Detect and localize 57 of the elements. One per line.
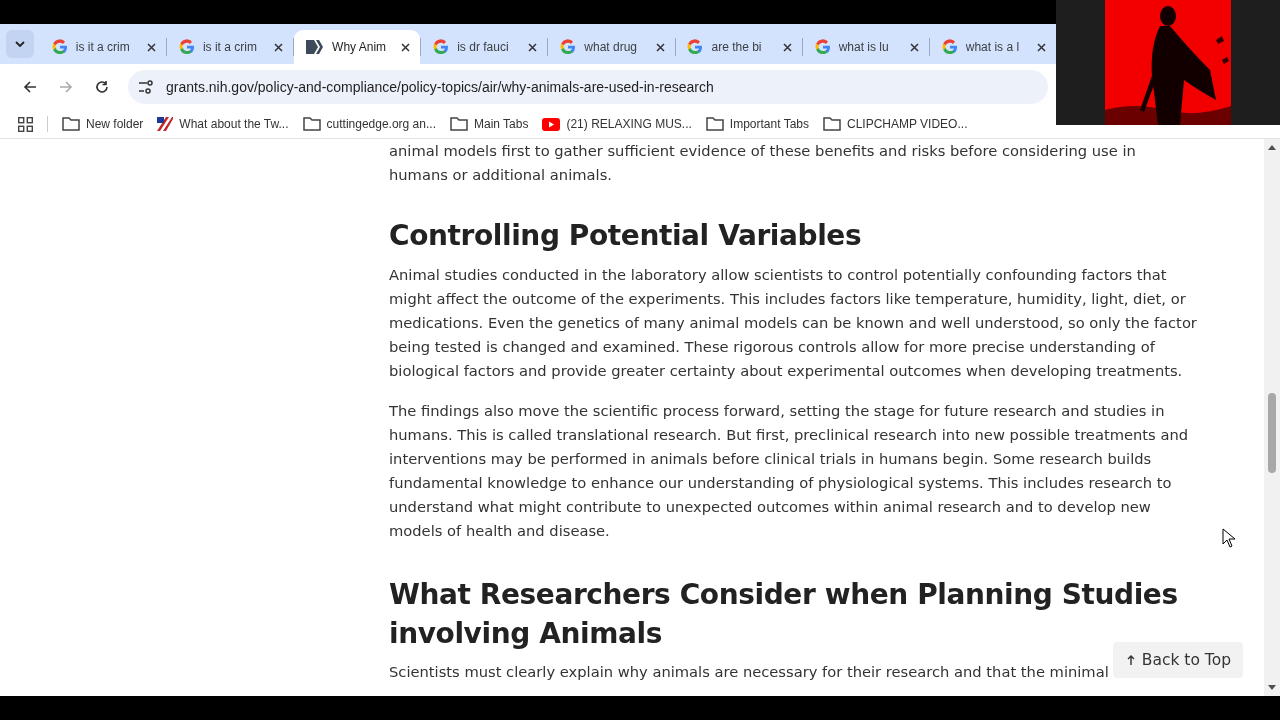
flag-icon [157, 117, 174, 131]
up-arrow-icon [1126, 655, 1135, 665]
scrollbar[interactable] [1264, 139, 1280, 696]
browser-tab[interactable]: is it a crim [166, 30, 294, 64]
folder-icon [823, 117, 841, 131]
forward-arrow-icon [59, 80, 73, 94]
address-bar[interactable]: grants.nih.gov/policy-and-compliance/policy-topics/air/why-animals-are-used-in-research [128, 70, 1048, 104]
scrollbar-thumb[interactable] [1268, 393, 1276, 473]
bookmark[interactable]: Main Tabs [449, 117, 539, 131]
close-icon[interactable] [528, 42, 538, 52]
reload-icon [95, 80, 109, 94]
apps-grid-icon[interactable] [18, 116, 33, 132]
google-icon [941, 39, 958, 55]
youtube-icon [542, 117, 561, 131]
google-icon [178, 39, 195, 55]
bookmark[interactable]: New folder [62, 117, 154, 131]
back-to-top-button[interactable]: Back to Top [1112, 642, 1243, 678]
browser-tab[interactable]: Why Anim [294, 30, 421, 64]
folder-icon [449, 117, 468, 131]
bookmark[interactable]: CLIPCHAMP VIDEO... [823, 117, 978, 131]
folder-icon [705, 117, 724, 131]
folder-icon [302, 117, 321, 131]
close-icon[interactable] [655, 42, 665, 52]
bookmark[interactable]: (21) RELAXING MUS... [542, 117, 702, 131]
bookmark[interactable]: Important Tabs [705, 117, 819, 131]
close-icon[interactable] [146, 42, 156, 52]
google-icon [687, 39, 704, 55]
google-icon [51, 39, 68, 55]
paragraph: animal models first to gather sufficient evidence of these benefits and risks before considering use in humans or additional animals. [389, 141, 1136, 185]
browser-tab[interactable]: what drug [548, 30, 675, 64]
close-icon[interactable] [401, 42, 411, 52]
scroll-up-icon[interactable] [1268, 145, 1276, 150]
browser-tab[interactable]: what is lu [802, 30, 929, 64]
back-arrow-icon [23, 80, 37, 94]
chevron-down-icon [14, 41, 25, 47]
browser-tab[interactable]: is it a crim [39, 30, 166, 64]
browser-tab[interactable]: is dr fauci [421, 30, 548, 64]
bookmark[interactable]: What about the Tw... [157, 117, 299, 131]
google-icon [560, 39, 577, 55]
close-icon[interactable] [909, 42, 919, 52]
paragraph: The findings also move the scientific process forward, setting the stage for future research and studies in humans. This is called translational research. But first, preclinical research into new possible treatments and interventions may be performed in animals before clinical trials in humans begin. Some research builds fundamental knowledge to enhance our understanding of physiological systems. This includes research to understand what might contribute to unexpected outcomes within animal research and to develop new models of health and disease. [389, 401, 1189, 541]
close-icon[interactable] [274, 42, 284, 52]
close-icon[interactable] [782, 42, 792, 52]
paragraph: Animal studies conducted in the laboratory allow scientists to control potentially confounding factors that might affect the outcome of the experiments. This includes factors like temperature, humidity, light, diet, or medications. Even the genetics of many animal models can be known and well understood, so only the factor being tested is changed and examined. These rigorous controls allow for more precise understanding of biological factors and provide greater certainty about experimental outcomes when developing treatments. [389, 265, 1197, 381]
site-settings-icon[interactable] [138, 80, 154, 94]
scroll-down-icon[interactable] [1268, 685, 1276, 690]
mouse-cursor-icon [1222, 528, 1236, 548]
section-heading: Controlling Potential Variables [389, 218, 863, 254]
folder-icon [62, 117, 80, 131]
browser-tab[interactable]: are the bi [675, 30, 802, 64]
google-icon [433, 39, 450, 55]
bookmark[interactable]: cuttingedge.org an... [302, 117, 446, 131]
google-icon [814, 39, 831, 55]
tab-search-button[interactable] [6, 30, 34, 58]
close-icon[interactable] [1036, 42, 1046, 52]
browser-tab[interactable]: what is a l [929, 30, 1056, 64]
paragraph: Scientists must clearly explain why animals are necessary for their research and that the minimal [389, 662, 1109, 682]
